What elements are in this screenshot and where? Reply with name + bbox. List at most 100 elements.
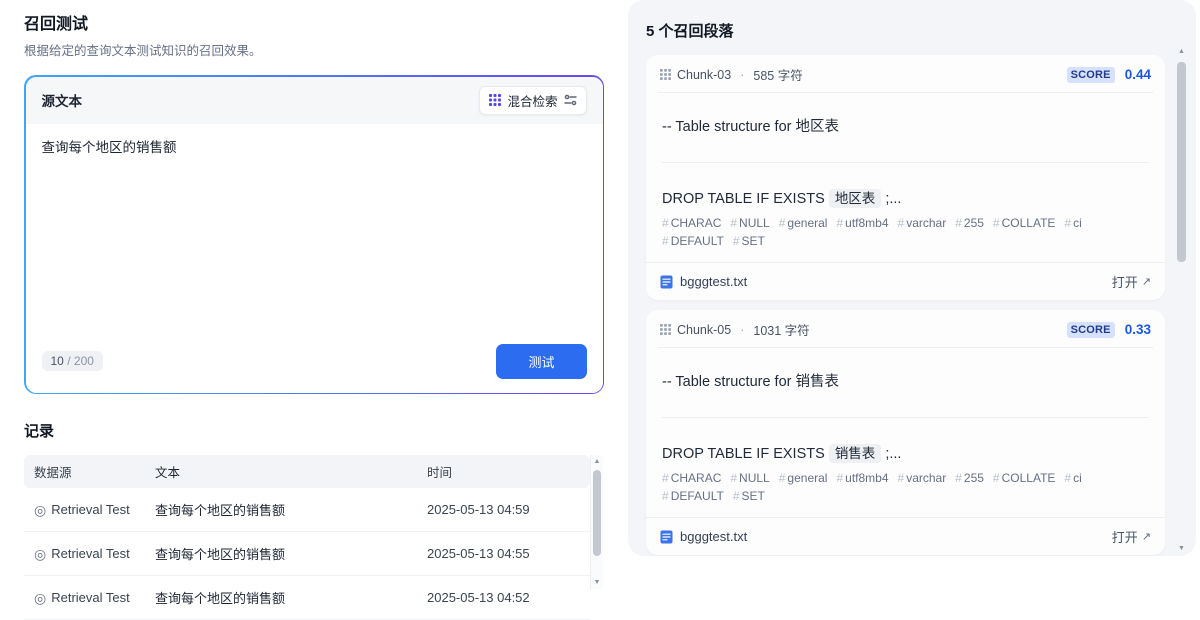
record-text: 查询每个地区的销售额 [155,547,286,562]
scrollbar-thumb[interactable] [593,470,601,556]
chunk-content: -- Table structure for 地区表 DROP TABLE IF… [646,93,1165,262]
file-name: bgggtest.txt [680,274,748,289]
chunk-id: Chunk-05 [677,322,732,337]
char-counter: 10 / 200 [41,351,103,371]
record-source: Retrieval Test [51,502,130,517]
chunk-footer: bgggtest.txt 打开 ↗ [646,517,1165,555]
chunk-tag: #255 [955,471,984,485]
chunk-tags: # CHARAC # NULL # general # utf8mb4 # varchar #255… [662,216,1149,248]
chunk-grid-icon [660,324,671,335]
source-file-link[interactable]: bgggtest.txt [660,274,747,289]
table-name-chip: 销售表 [828,444,882,463]
chunk-tag: # varchar [897,216,947,230]
table-row[interactable]: ◎ Retrieval Test 查询每个地区的销售额 2025-05-13 04… [24,532,590,576]
chunk-header: Chunk-05 · 1031 字符 SCORE 0.33 [646,310,1165,347]
results-title: 5 个召回段落 [646,23,734,40]
chunk-card[interactable]: Chunk-05 · 1031 字符 SCORE 0.33 -- Table s… [646,310,1165,555]
file-icon [660,275,673,289]
column-header-source: 数据源 [34,466,72,480]
open-file-button[interactable]: 打开 ↗ [1112,272,1151,291]
chunk-tag: # utf8mb4 [836,216,889,230]
record-source: Retrieval Test [51,590,130,605]
dot-separator: · [740,322,745,337]
target-icon: ◎ [34,589,47,606]
chunk-tag: # DEFAULT [662,489,724,503]
chunk-tag: # general [778,471,828,485]
record-time: 2025-05-13 04:59 [427,502,530,517]
record-time: 2025-05-13 04:52 [427,590,530,605]
chunk-header: Chunk-03 · 585 字符 SCORE 0.44 [646,55,1165,92]
source-text-box: 源文本 混合检索 查询每个地区的销售额 10 / 200 测试 [24,75,604,394]
search-mode-label: 混合检索 [507,94,558,109]
source-text-label: 源文本 [41,94,83,109]
chunk-tag: # CHARAC [662,471,722,485]
score-value: 0.44 [1124,67,1151,82]
source-box-footer: 10 / 200 测试 [26,338,603,393]
column-header-text: 文本 [155,466,181,480]
chunk-list: Chunk-03 · 585 字符 SCORE 0.44 -- Table st… [646,55,1165,556]
chunk-tag: # varchar [897,471,947,485]
score-badge: SCORE [1066,321,1115,338]
table-row[interactable]: ◎ Retrieval Test 查询每个地区的销售额 2025-05-13 04… [24,576,590,620]
chunk-id: Chunk-03 [677,67,732,82]
records-table-header: 数据源 文本 时间 [24,455,590,488]
chunk-tag: # COLLATE [992,471,1056,485]
score-value: 0.33 [1124,322,1151,337]
chunk-content: -- Table structure for 销售表 DROP TABLE IF… [646,348,1165,517]
scroll-down-icon[interactable]: ▼ [591,579,603,586]
page-title: 召回测试 [24,16,89,33]
records-title: 记录 [24,423,55,440]
chunk-text-line: -- Table structure for 销售表 [662,374,840,390]
chunk-tag: # CHARAC [662,216,722,230]
recall-test-panel: 召回测试 根据给定的查询文本测试知识的召回效果。 源文本 混合检索 查询每个地区… [24,10,604,620]
chunk-text-line: DROP TABLE IF EXISTS 销售表 ;... [662,444,902,463]
open-external-icon: ↗ [1141,531,1151,543]
score-badge: SCORE [1066,66,1115,83]
scroll-down-icon[interactable]: ▼ [1175,545,1188,552]
chunk-tag: # COLLATE [992,216,1056,230]
chunks-scrollbar[interactable]: ▲ ▼ [1175,48,1188,552]
chunk-tag: # SET [732,234,765,248]
test-button[interactable]: 测试 [496,343,587,379]
target-icon: ◎ [34,545,47,562]
chunk-tag: # general [778,216,828,230]
source-text-input[interactable]: 查询每个地区的销售额 [26,124,603,338]
open-file-button[interactable]: 打开 ↗ [1112,527,1151,546]
scroll-up-icon[interactable]: ▲ [1175,48,1188,55]
record-text: 查询每个地区的销售额 [155,591,286,606]
chunk-tag: #255 [955,216,984,230]
chunk-tag: # ci [1064,216,1082,230]
chunk-footer: bgggtest.txt 打开 ↗ [646,262,1165,300]
chunk-tag: # ci [1064,471,1082,485]
chunk-tag: # NULL [730,216,770,230]
chunk-text-line: DROP TABLE IF EXISTS 地区表 ;... [662,189,902,208]
chunk-tag: # SET [732,489,765,503]
source-file-link[interactable]: bgggtest.txt [660,529,747,544]
record-text: 查询每个地区的销售额 [155,503,286,518]
grid-dots-icon [489,94,502,106]
recall-results-panel: 5 个召回段落 Chunk-03 · 585 字符 SCORE 0.44 -- … [628,0,1196,556]
file-icon [660,530,673,544]
file-name: bgggtest.txt [680,529,748,544]
dot-separator: · [740,67,745,82]
tune-sliders-icon [563,94,577,106]
target-icon: ◎ [34,501,47,518]
chunk-tag: # utf8mb4 [836,471,889,485]
chunk-card[interactable]: Chunk-03 · 585 字符 SCORE 0.44 -- Table st… [646,55,1165,300]
chunk-tag: # DEFAULT [662,234,724,248]
records-table: 数据源 文本 时间 ◎ Retrieval Test 查询每个地区的销售额 202… [24,455,604,620]
chunk-grid-icon [660,69,671,80]
source-box-header: 源文本 混合检索 [25,76,603,124]
chunk-char-count: 585 字符 [753,69,803,83]
chunk-tags: # CHARAC # NULL # general # utf8mb4 # varchar #255… [662,471,1149,503]
search-mode-button[interactable]: 混合检索 [479,85,587,115]
chunk-tag: # NULL [730,471,770,485]
record-time: 2025-05-13 04:55 [427,546,530,561]
scrollbar-thumb[interactable] [1177,62,1186,262]
open-external-icon: ↗ [1141,276,1151,288]
chunk-text-line: -- Table structure for 地区表 [662,119,840,135]
records-scrollbar[interactable]: ▲ ▼ [590,455,603,589]
table-name-chip: 地区表 [828,189,882,208]
table-row[interactable]: ◎ Retrieval Test 查询每个地区的销售额 2025-05-13 04… [24,488,590,532]
scroll-up-icon[interactable]: ▲ [591,458,603,465]
